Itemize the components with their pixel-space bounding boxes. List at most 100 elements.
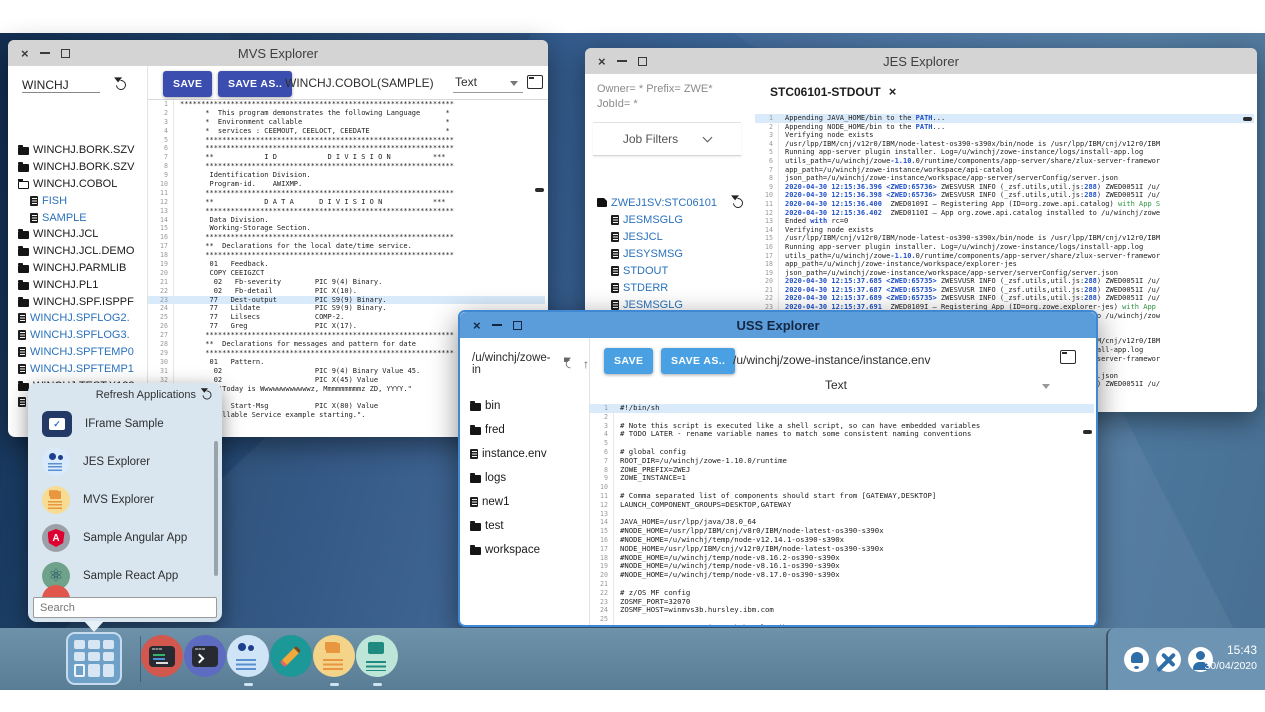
taskbar-app-code-editor[interactable] bbox=[141, 635, 183, 677]
save-as-button[interactable]: SAVE AS.. bbox=[661, 348, 735, 374]
tree-item[interactable]: WINCHJ.JCL.DEMO bbox=[18, 243, 145, 260]
launcher-item-react[interactable]: ⚛Sample React App bbox=[42, 557, 212, 595]
tree-item[interactable]: WINCHJ.JCL bbox=[18, 226, 145, 243]
settings-tools-icon[interactable] bbox=[1156, 647, 1181, 672]
close-icon[interactable]: × bbox=[473, 319, 481, 332]
taskbar-app-uss-explorer[interactable] bbox=[356, 635, 398, 677]
refresh-icon[interactable] bbox=[114, 78, 128, 92]
tab-stdout[interactable]: STC06101-STDOUT × bbox=[770, 84, 896, 99]
launcher-item-angular[interactable]: Sample Angular App bbox=[42, 519, 212, 557]
editor-line: 15 Working-Storage Section. bbox=[148, 224, 545, 233]
launcher-item-iframe[interactable]: IFrame Sample bbox=[42, 405, 212, 443]
launcher-item-label: IFrame Sample bbox=[85, 418, 164, 430]
mode-select[interactable]: Text bbox=[825, 378, 847, 392]
maximize-icon[interactable] bbox=[513, 321, 522, 330]
code-window-icon bbox=[149, 646, 175, 667]
maximize-icon[interactable] bbox=[61, 49, 70, 58]
window-title: USS Explorer bbox=[736, 318, 819, 333]
chevron-down-icon bbox=[703, 133, 713, 143]
tree-item[interactable]: WINCHJ.PARMLIB bbox=[18, 260, 145, 277]
refresh-icon[interactable] bbox=[564, 358, 576, 370]
save-as-button[interactable]: SAVE AS.. bbox=[218, 71, 292, 97]
minimize-icon[interactable] bbox=[617, 60, 627, 62]
tree-item[interactable]: WINCHJ.COBOL bbox=[18, 176, 145, 193]
chevron-down-icon[interactable] bbox=[510, 81, 518, 86]
taskbar-app-terminal[interactable] bbox=[184, 635, 226, 677]
editor-line: 5 **************************************… bbox=[148, 136, 545, 145]
taskbar: 15:43 30/04/2020 bbox=[0, 628, 1265, 690]
taskbar-app-editor-pencil[interactable] bbox=[270, 635, 312, 677]
tree-item[interactable]: STDERR bbox=[597, 279, 753, 296]
taskbar-app-jes-explorer[interactable] bbox=[227, 635, 269, 677]
tree-item[interactable]: WINCHJ.SPFLOG3. bbox=[18, 327, 145, 344]
tree-item[interactable]: WINCHJ.SPFTEMP0 bbox=[18, 344, 145, 361]
maximize-icon[interactable] bbox=[638, 57, 647, 66]
line-number: 16 bbox=[148, 233, 174, 242]
tree-item[interactable]: JESMSGLG bbox=[597, 211, 753, 228]
tree-item[interactable]: WINCHJ.SPF.ISPPF bbox=[18, 293, 145, 310]
tree-item[interactable]: STDOUT bbox=[597, 262, 753, 279]
line-number: 20 bbox=[148, 269, 174, 278]
tree-item[interactable]: bin bbox=[470, 394, 587, 418]
save-button[interactable]: SAVE bbox=[604, 348, 653, 374]
tree-item[interactable]: WINCHJ.BORK.SZV bbox=[18, 159, 145, 176]
line-number: 1 bbox=[148, 100, 174, 109]
tree-item-label: test bbox=[485, 520, 504, 532]
taskbar-app-mvs-explorer[interactable] bbox=[313, 635, 355, 677]
tree-item[interactable]: fred bbox=[470, 418, 587, 442]
tree-item[interactable]: SAMPLE bbox=[18, 209, 145, 226]
tree-item[interactable]: logs bbox=[470, 466, 587, 490]
mode-select[interactable]: Text bbox=[455, 75, 477, 89]
line-number: 14 bbox=[148, 216, 174, 225]
tree-item[interactable]: JESYSMSG bbox=[597, 245, 753, 262]
bottom-letterbox bbox=[0, 690, 1265, 712]
launcher-item-mvs[interactable]: MVS Explorer bbox=[42, 481, 212, 519]
tree-item[interactable]: instance.env bbox=[470, 442, 587, 466]
uss-path-input[interactable]: /u/winchj/zowe-in bbox=[472, 352, 557, 376]
scrollbar-thumb[interactable] bbox=[535, 188, 544, 192]
job-filters-accordion[interactable]: Job Filters bbox=[593, 122, 741, 156]
jes-titlebar: × JES Explorer bbox=[585, 48, 1257, 74]
tree-item-label: SAMPLE bbox=[42, 212, 87, 224]
tree-item[interactable]: JESJCL bbox=[597, 228, 753, 245]
log-line: 6utils_path=/u/winchj/zowe-1.10.0/runtim… bbox=[755, 157, 1254, 166]
minimize-icon[interactable] bbox=[492, 324, 502, 326]
scrollbar-thumb[interactable] bbox=[1083, 430, 1092, 434]
launcher-item-jes[interactable]: JES Explorer bbox=[42, 443, 212, 481]
document-icon bbox=[18, 364, 26, 374]
tree-item[interactable]: WINCHJ.SPFTEMP1 bbox=[18, 360, 145, 377]
scrollbar-thumb[interactable] bbox=[1243, 117, 1252, 121]
open-in-new-icon[interactable] bbox=[527, 75, 543, 89]
editor-line: 17 ** Declarations for the local date/ti… bbox=[148, 242, 545, 251]
notifications-bell-icon[interactable] bbox=[1124, 647, 1149, 672]
chevron-down-icon[interactable] bbox=[1042, 384, 1050, 389]
editor-line: 24ZOSMF_HOST=winmvs3b.hursley.ibm.com bbox=[590, 606, 1094, 615]
line-number: 30 bbox=[148, 358, 174, 367]
mode-select-row[interactable]: Text bbox=[590, 374, 1096, 400]
env-file-editor[interactable]: 1#!/bin/sh23# Note this script is execut… bbox=[590, 404, 1094, 625]
close-icon[interactable]: × bbox=[598, 55, 606, 68]
app-search-input[interactable] bbox=[33, 597, 217, 618]
popup-scrollbar[interactable] bbox=[214, 441, 218, 576]
tree-item[interactable]: FISH bbox=[18, 192, 145, 209]
close-icon[interactable]: × bbox=[21, 47, 29, 60]
up-directory-icon[interactable]: ↑ bbox=[583, 357, 589, 371]
tree-item[interactable]: workspace bbox=[470, 538, 587, 562]
tree-item[interactable]: WINCHJ.SPFLOG2. bbox=[18, 310, 145, 327]
dataset-filter-input[interactable] bbox=[22, 78, 100, 93]
log-line: 8json_path=/u/winchj/zowe-instance/works… bbox=[755, 174, 1254, 183]
tree-item[interactable]: new1 bbox=[470, 490, 587, 514]
line-number: 26 bbox=[590, 624, 614, 625]
save-button[interactable]: SAVE bbox=[163, 71, 212, 97]
tree-item[interactable]: test bbox=[470, 514, 587, 538]
tree-item[interactable]: ZWEJ1SV:STC06101 bbox=[597, 194, 753, 211]
refresh-applications-button[interactable]: Refresh Applications bbox=[96, 389, 212, 401]
tree-item[interactable]: WINCHJ.BORK.SZV bbox=[18, 142, 145, 159]
open-in-new-icon[interactable] bbox=[1060, 350, 1076, 364]
refresh-icon[interactable] bbox=[731, 195, 745, 209]
tree-item[interactable]: WINCHJ.PL1 bbox=[18, 276, 145, 293]
tree-item-label: FISH bbox=[42, 195, 67, 207]
app-launcher-button[interactable] bbox=[66, 632, 122, 685]
tab-close-icon[interactable]: × bbox=[889, 84, 897, 99]
minimize-icon[interactable] bbox=[40, 52, 50, 54]
